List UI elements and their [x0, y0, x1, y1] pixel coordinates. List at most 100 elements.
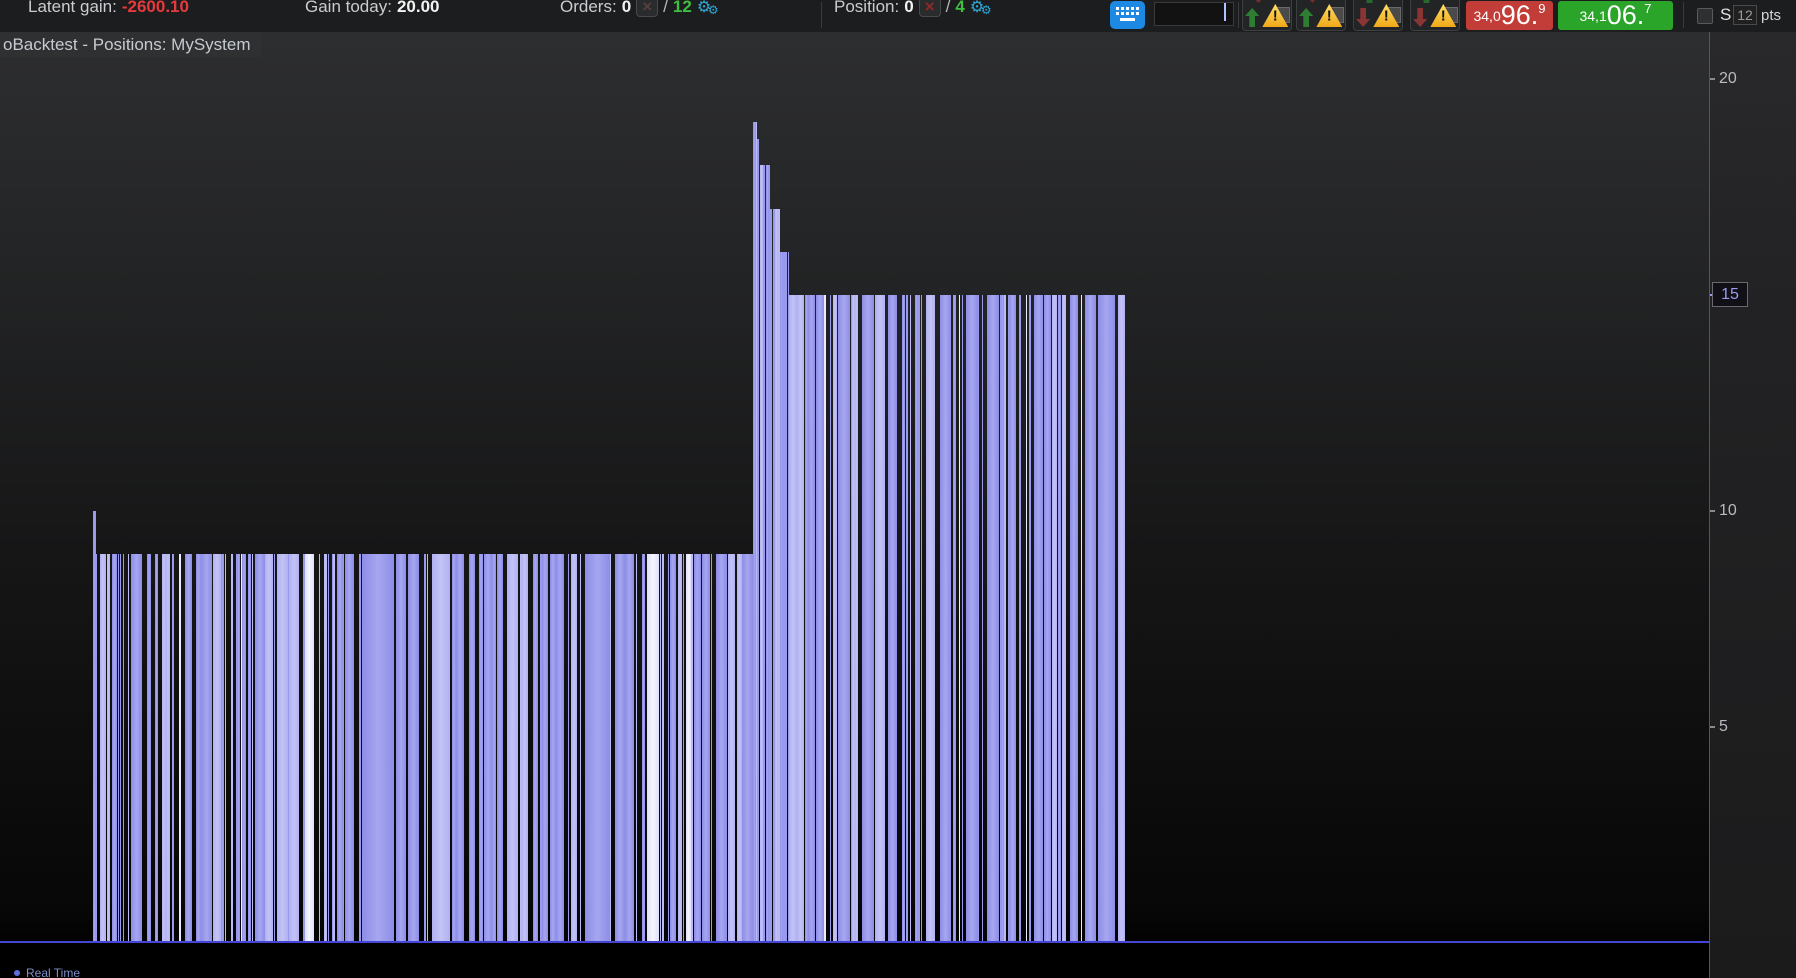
warning-icon [1316, 3, 1344, 27]
position-bar [123, 554, 124, 943]
bid-price-prefix: 34,0 [1473, 7, 1501, 24]
position-bar [1009, 295, 1016, 943]
warning-icon [1262, 3, 1290, 27]
position-bar [940, 295, 951, 943]
position-bar [213, 554, 221, 943]
gain-today-readout: Gain today: 20.00 [305, 0, 440, 20]
position-bar [427, 554, 428, 943]
text-caret [1224, 3, 1226, 21]
position-bar [107, 554, 110, 943]
close-position-button[interactable] [918, 0, 941, 17]
position-bar [396, 554, 406, 943]
position-bar [274, 554, 275, 943]
position-bar [359, 554, 361, 943]
position-bar [521, 554, 528, 943]
position-bar [642, 554, 645, 943]
position-bar [926, 295, 935, 943]
position-bar [120, 554, 121, 943]
position-bar [289, 554, 299, 943]
position-bar [345, 554, 354, 943]
position-bar [1098, 295, 1115, 943]
y-axis-tick [1710, 510, 1715, 512]
position-bar [1081, 295, 1082, 943]
sell-alert-button-1[interactable] [1353, 0, 1403, 31]
toolbar-divider [1683, 2, 1684, 28]
position-bar [789, 295, 797, 943]
quantity-input[interactable] [1154, 2, 1234, 26]
y-axis-gutter[interactable]: 5 10 15 20 [1709, 32, 1796, 978]
position-bar [1062, 295, 1066, 943]
position-bar [808, 295, 815, 943]
stop-pts-input[interactable] [1733, 5, 1757, 25]
position-bar [568, 554, 569, 943]
position-settings-gear-icon[interactable] [970, 0, 996, 18]
position-bar [763, 165, 765, 943]
position-bar [702, 554, 710, 943]
position-bar [1034, 295, 1043, 943]
position-bar [1020, 295, 1021, 943]
cancel-orders-button[interactable] [636, 0, 659, 17]
position-bar [172, 554, 174, 943]
position-bar [571, 554, 577, 943]
position-bar [862, 295, 874, 943]
position-bar [1070, 295, 1078, 943]
position-bar [305, 554, 314, 943]
position-bar [1058, 295, 1061, 943]
position-bar [128, 554, 129, 943]
position-bar [492, 554, 496, 943]
latent-gain-label: Latent gain: [28, 0, 117, 16]
position-bar [131, 554, 142, 943]
position-bar [978, 295, 979, 943]
position-bar [636, 554, 637, 943]
warning-icon [1373, 3, 1401, 27]
position-bar [201, 554, 212, 943]
arrow-up-icon [1299, 8, 1314, 27]
position-bar [757, 139, 759, 943]
realtime-dot-icon [14, 970, 20, 976]
position-bar [580, 554, 581, 943]
position-bar [179, 554, 181, 943]
orders-settings-gear-icon[interactable] [697, 0, 723, 18]
keyboard-icon[interactable] [1110, 1, 1145, 29]
keyboard-glyph [1115, 7, 1139, 21]
position-bar [662, 554, 664, 943]
position-bar [824, 295, 826, 943]
orders-max: 12 [672, 0, 692, 16]
position-bar [668, 554, 669, 943]
buy-alert-button-1[interactable] [1242, 0, 1292, 31]
chart-baseline [0, 941, 1709, 943]
gain-today-value: 20.00 [396, 0, 440, 16]
sell-alert-button-2[interactable] [1410, 0, 1460, 31]
position-bar [147, 554, 151, 943]
position-bar [785, 252, 787, 943]
stop-checkbox[interactable] [1697, 8, 1713, 24]
position-bar [556, 554, 564, 943]
positions-chart-canvas[interactable]: oBacktest - Positions: MySystem Real Tim… [0, 32, 1709, 978]
position-bar [155, 554, 158, 943]
bid-price-button[interactable]: 34,0 96. 9 [1466, 1, 1553, 30]
warning-icon [1430, 3, 1458, 27]
gain-today-label: Gain today: [305, 0, 392, 16]
position-bar [1085, 295, 1096, 943]
position-bar [328, 554, 329, 943]
position-bar [225, 554, 226, 943]
position-bar [1044, 295, 1051, 943]
trading-app-window: Latent gain: -2600.10 Gain today: 20.00 … [0, 0, 1796, 978]
position-bar [770, 209, 772, 943]
position-bar [343, 554, 344, 943]
position-bar [888, 295, 897, 943]
position-bar [966, 295, 978, 943]
position-bar [694, 554, 701, 943]
ask-price-button[interactable]: 34,1 06. 7 [1558, 1, 1673, 30]
position-count: 0 [904, 0, 914, 16]
buy-alert-button-2[interactable] [1296, 0, 1346, 31]
ask-price-main: 06. [1606, 0, 1645, 30]
position-bar [1052, 295, 1057, 943]
arrow-down-icon [1413, 8, 1427, 27]
position-bar [716, 554, 727, 943]
position-bar [797, 295, 804, 943]
position-bar [265, 554, 273, 943]
position-bar [479, 554, 483, 943]
position-bar [918, 295, 920, 943]
toolbar-divider [821, 2, 822, 28]
